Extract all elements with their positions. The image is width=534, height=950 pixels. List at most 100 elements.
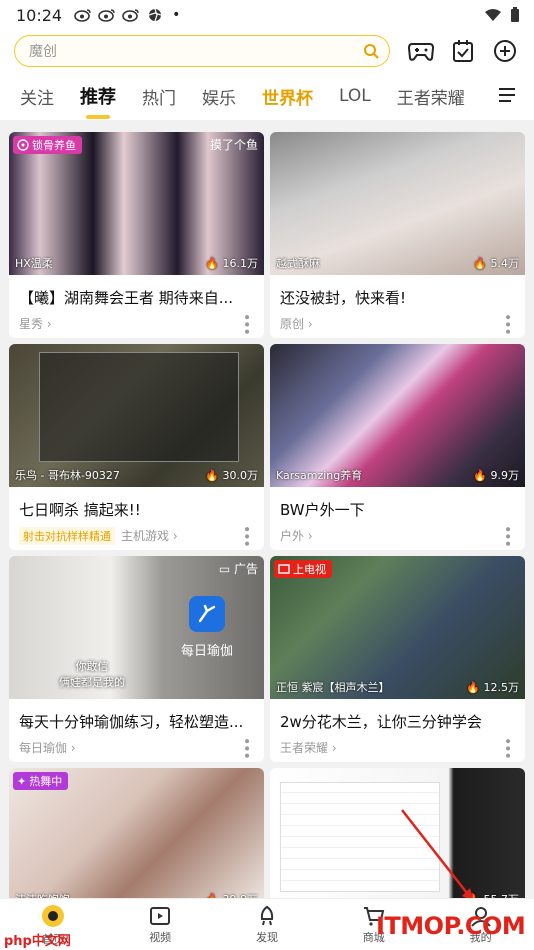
category-label: 户外 [280, 529, 305, 544]
search-icon[interactable] [363, 43, 379, 59]
arrow-annotation [401, 809, 475, 903]
view-count: 🔥 30.0万 [205, 469, 259, 482]
category-label: 主机游戏 [121, 529, 170, 544]
stream-thumbnail: Karsamzing养育 🔥 9.9万 [270, 344, 525, 487]
task-checkin-icon[interactable] [450, 38, 476, 64]
category-label: 原创 [280, 317, 305, 332]
stream-thumbnail: 锁骨养鱼 摸了个鱼 HX温柔 🔥 16.1万 [9, 132, 264, 275]
view-count-value: 16.1万 [222, 257, 259, 270]
category-label: 王者荣耀 [280, 741, 329, 756]
nav-label: 发现 [255, 930, 278, 944]
tab-hot[interactable]: 热门 [142, 84, 176, 109]
stream-title: 还没被封，快来看! [280, 289, 407, 307]
ad-label-text: 广告 [233, 562, 258, 576]
view-count: 🔥 16.1万 [205, 257, 259, 270]
ad-thumbnail: ▭ 广告 每日瑜伽 你敢信 俩娃都是我的 [9, 556, 264, 699]
more-options-icon[interactable]: ••• [238, 313, 254, 335]
stream-thumbnail: 越式酥麻 🔥 5.4万 [270, 132, 525, 275]
category-link[interactable]: 星秀 › [19, 315, 52, 332]
category-label: 每日瑜伽 [19, 741, 68, 756]
tab-world-cup[interactable]: 世界杯 [262, 84, 313, 109]
sparkle-icon: ✦ [17, 774, 27, 788]
stream-thumbnail: 乐鸟 - 哥布林-90327 🔥 30.0万 [9, 344, 264, 487]
search-placeholder: 魔创 [29, 44, 57, 60]
more-options-icon[interactable]: ••• [499, 313, 515, 335]
streamer-tag: 射击对抗样样精通 [19, 526, 115, 545]
category-link[interactable]: 原创 › [280, 315, 313, 332]
search-input[interactable]: 魔创 [14, 35, 390, 67]
tab-honor-of-kings[interactable]: 王者荣耀 [397, 84, 465, 109]
nav-video[interactable]: 视频 [130, 905, 190, 945]
stream-title: 【曦】湖南舞会王者 期待来自... [19, 289, 234, 307]
tab-follow[interactable]: 关注 [20, 84, 54, 109]
streamer-name: 乐鸟 - 哥布林-90327 [15, 469, 120, 482]
streamer-name: 正恒 紫宸【相声木兰】 [276, 681, 390, 694]
stream-card[interactable]: 锁骨养鱼 摸了个鱼 HX温柔 🔥 16.1万 【曦】湖南舞会王者 期待来自...… [9, 132, 264, 338]
streamer-name: Karsamzing养育 [276, 469, 363, 482]
category-tabs: 关注 推荐 热门 娱乐 世界杯 LOL 王者荣耀 [0, 72, 534, 120]
stream-card[interactable]: 乐鸟 - 哥布林-90327 🔥 30.0万 七日啊杀 搞起来!! 射击对抗样样… [9, 344, 264, 550]
watermark-right: ITMOP.COM [376, 912, 526, 940]
ad-meta: 每日瑜伽 › ••• [9, 732, 264, 759]
music-icon [17, 139, 29, 151]
stream-meta: 户外 › ••• [270, 520, 525, 547]
view-count: 🔥 12.5万 [466, 681, 519, 694]
nav-label: 视频 [149, 930, 172, 944]
wifi-icon [485, 9, 501, 21]
status-badge: 上电视 [274, 560, 332, 578]
tab-lol[interactable]: LOL [339, 86, 371, 106]
ad-title: 每天十分钟瑜伽练习，轻松塑造... [19, 713, 244, 731]
ad-app-name: 每日瑜伽 [181, 644, 234, 659]
ad-label: ▭ 广告 [218, 562, 258, 576]
aperture-icon [148, 8, 162, 22]
stream-thumbnail: 🔥 55.7万 [270, 768, 525, 911]
battery-icon [511, 7, 519, 22]
badge-label: 上电视 [293, 563, 326, 576]
tab-entertainment[interactable]: 娱乐 [202, 84, 236, 109]
corner-label: 摸了个鱼 [209, 138, 258, 152]
stream-card[interactable]: 越式酥麻 🔥 5.4万 还没被封，快来看! 原创 › ••• [270, 132, 525, 338]
view-count: 🔥 5.4万 [473, 257, 519, 270]
weibo-icon [122, 9, 139, 22]
ad-caption: 你敢信 俩娃都是我的 [59, 660, 125, 689]
category-link[interactable]: 主机游戏 › [121, 527, 178, 544]
video-feed: 锁骨养鱼 摸了个鱼 HX温柔 🔥 16.1万 【曦】湖南舞会王者 期待来自...… [9, 132, 525, 950]
stream-title: 2w分花木兰，让你三分钟学会 [280, 713, 482, 731]
weibo-icon [98, 9, 115, 22]
video-icon [150, 906, 171, 925]
nav-discover[interactable]: 发现 [237, 905, 297, 945]
category-link[interactable]: 每日瑜伽 › [19, 739, 76, 756]
stream-meta: 原创 › ••• [270, 308, 525, 335]
stream-card[interactable]: Karsamzing养育 🔥 9.9万 BW户外一下 户外 › ••• [270, 344, 525, 550]
gamepad-icon[interactable] [408, 38, 434, 64]
stream-thumbnail: ✦ 热舞中 洁洁吃饱饱 🔥 39.8万 [9, 768, 264, 911]
streamer-name: 越式酥麻 [276, 257, 320, 270]
tab-recommended[interactable]: 推荐 [80, 83, 116, 109]
menu-icon[interactable] [498, 86, 516, 104]
more-options-icon[interactable]: ••• [499, 737, 515, 759]
view-count-value: 9.9万 [490, 469, 520, 482]
more-options-icon[interactable]: ••• [238, 525, 254, 547]
category-link[interactable]: 王者荣耀 › [280, 739, 337, 756]
status-badge: ✦ 热舞中 [13, 772, 69, 790]
view-count-value: 30.0万 [222, 469, 259, 482]
category-link[interactable]: 户外 › [280, 527, 313, 544]
status-badge: 锁骨养鱼 [13, 136, 82, 154]
stream-card[interactable]: 上电视 正恒 紫宸【相声木兰】 🔥 12.5万 2w分花木兰，让你三分钟学会 王… [270, 556, 525, 762]
add-icon[interactable] [492, 38, 518, 64]
badge-label: 锁骨养鱼 [32, 139, 76, 152]
stream-meta: 射击对抗样样精通 主机游戏 › ••• [9, 520, 264, 547]
watermark-left: php中文网 [4, 934, 71, 949]
stream-meta: 星秀 › ••• [9, 308, 264, 335]
tv-icon [278, 564, 290, 574]
more-options-icon[interactable]: ••• [238, 737, 254, 759]
badge-label: 热舞中 [29, 775, 63, 788]
view-count: 🔥 9.9万 [473, 469, 520, 482]
status-bar: 10:24 • [0, 0, 534, 30]
stream-thumbnail: 上电视 正恒 紫宸【相声木兰】 🔥 12.5万 [270, 556, 525, 699]
weibo-icon [74, 9, 91, 22]
ad-card[interactable]: ▭ 广告 每日瑜伽 你敢信 俩娃都是我的 每天十分钟瑜伽练习，轻松塑造... 每… [9, 556, 264, 762]
more-options-icon[interactable]: ••• [499, 525, 515, 547]
yoga-app-icon [189, 596, 225, 632]
top-bar: 魔创 [0, 30, 534, 72]
